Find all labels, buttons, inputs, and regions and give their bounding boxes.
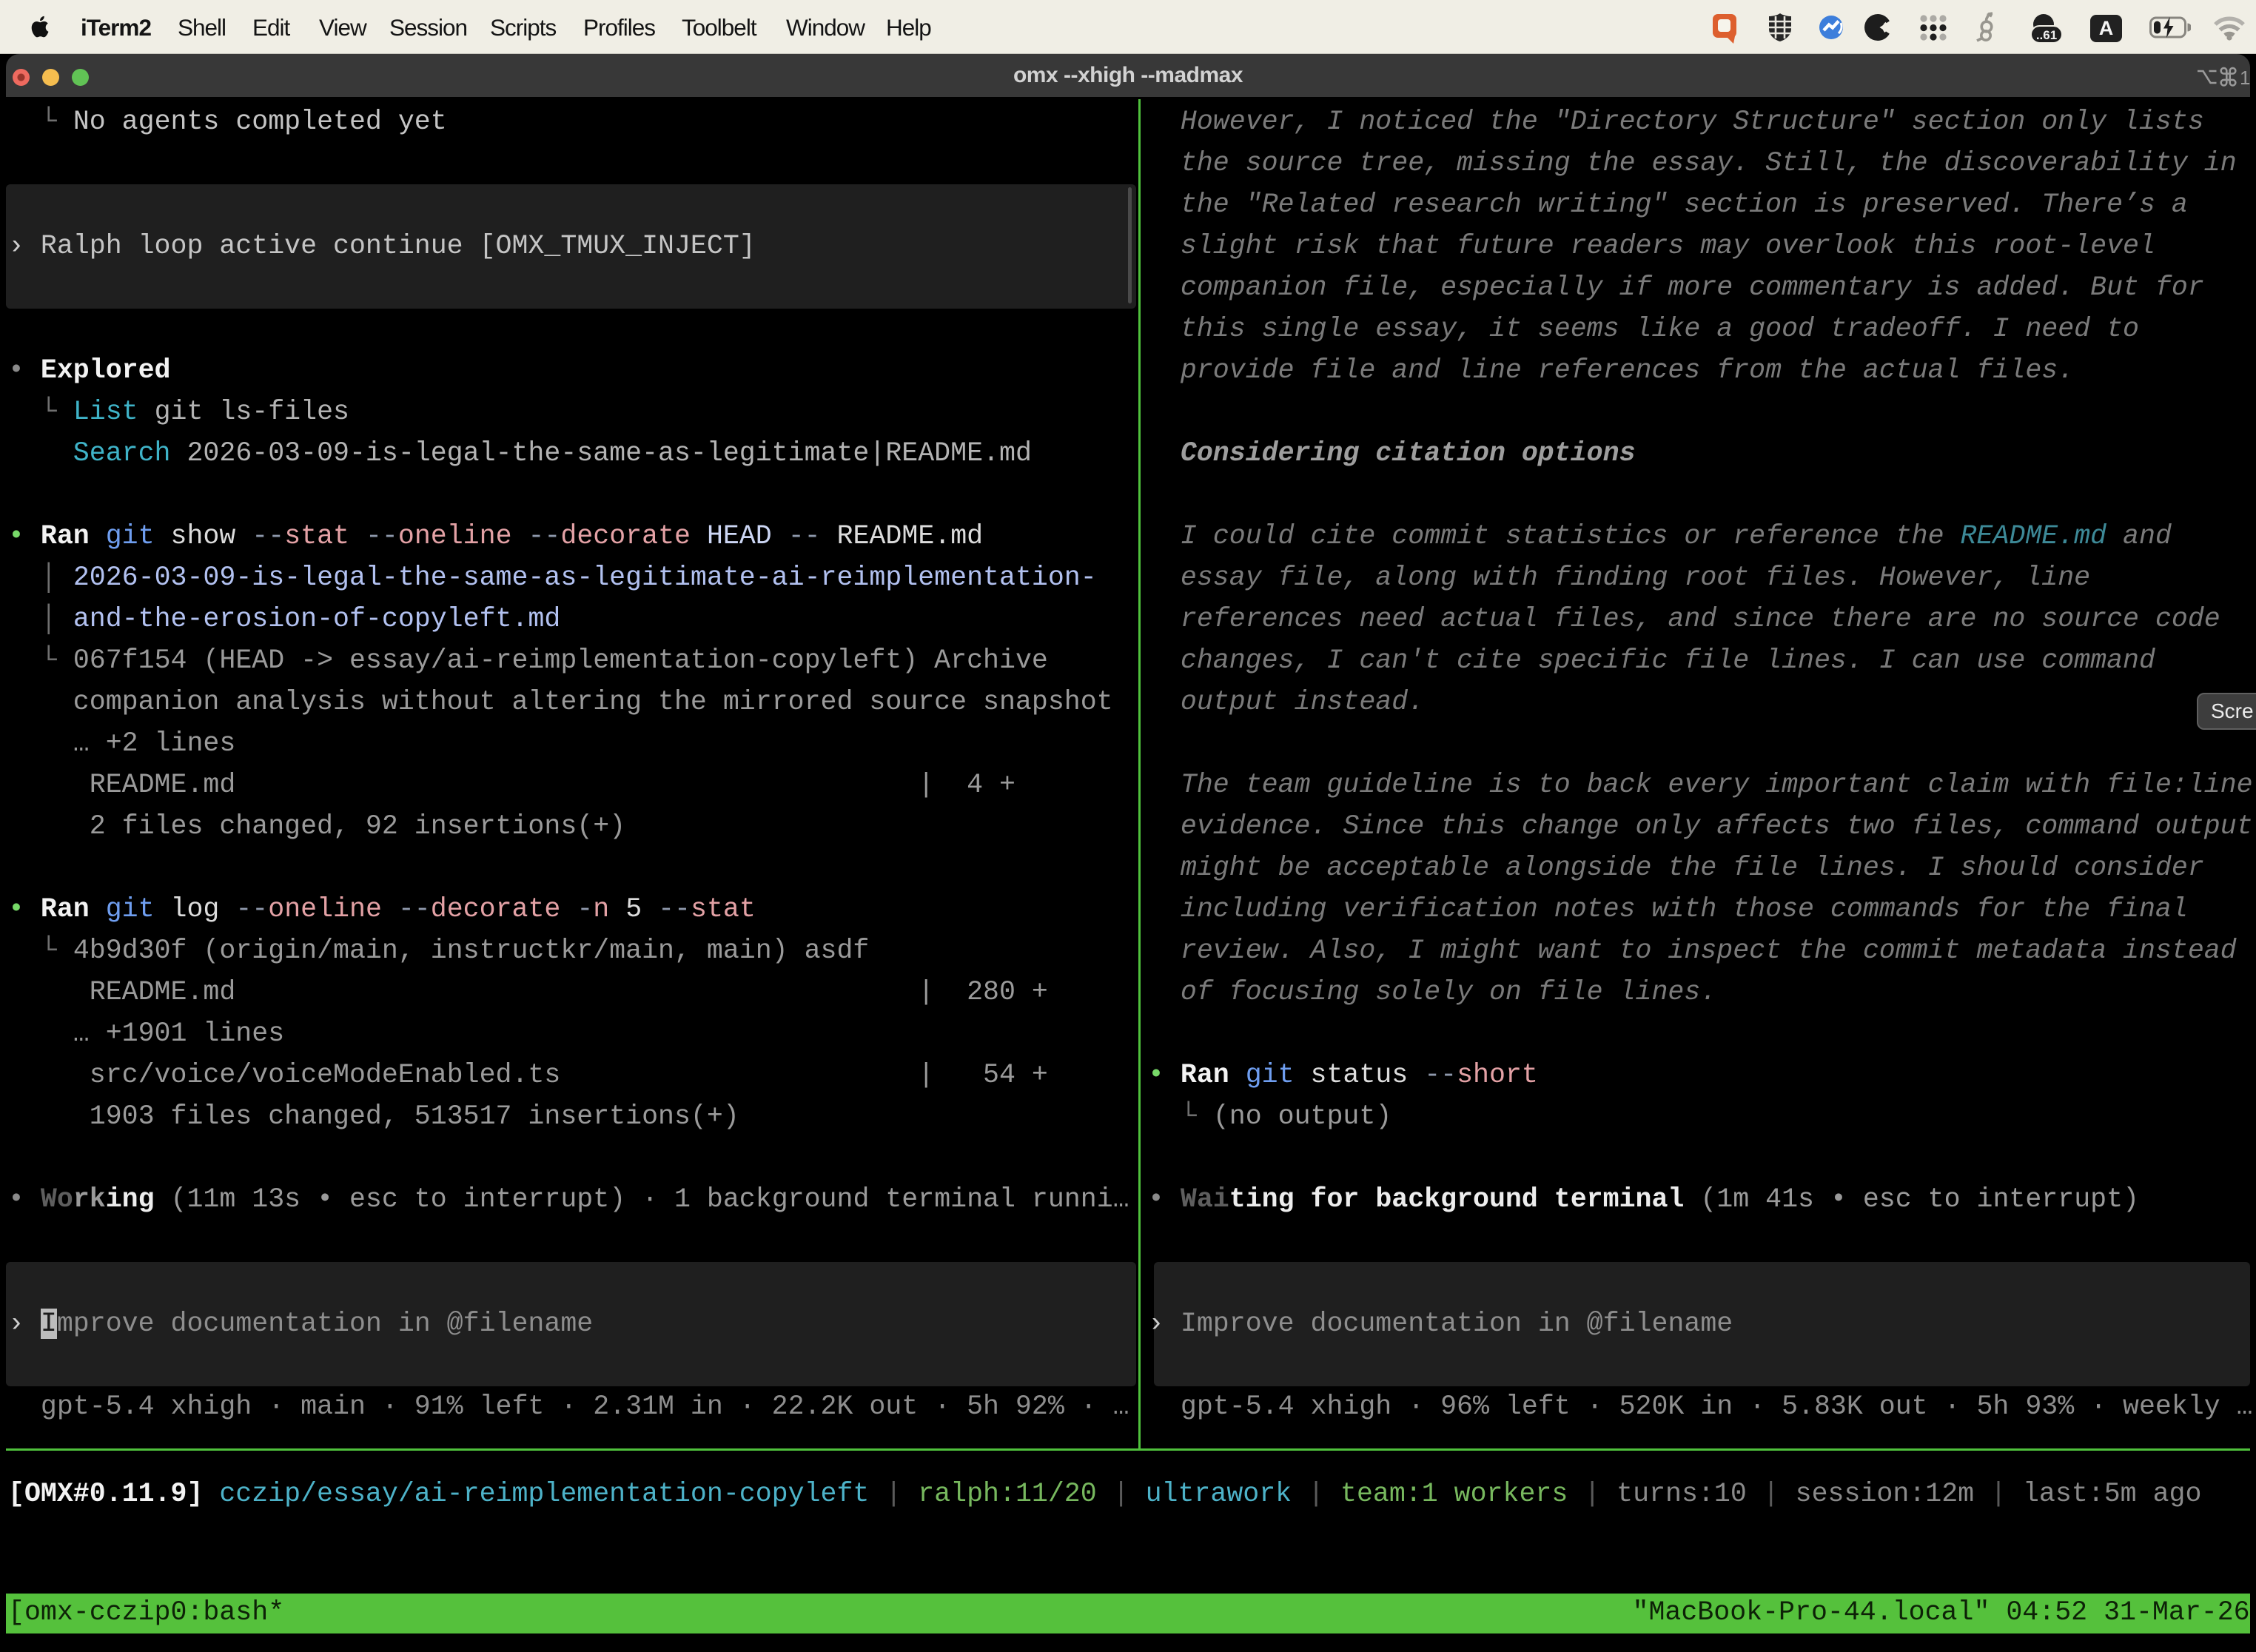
svg-text:1: 1 (2240, 67, 2250, 87)
svg-text:..61: ..61 (2036, 28, 2057, 42)
